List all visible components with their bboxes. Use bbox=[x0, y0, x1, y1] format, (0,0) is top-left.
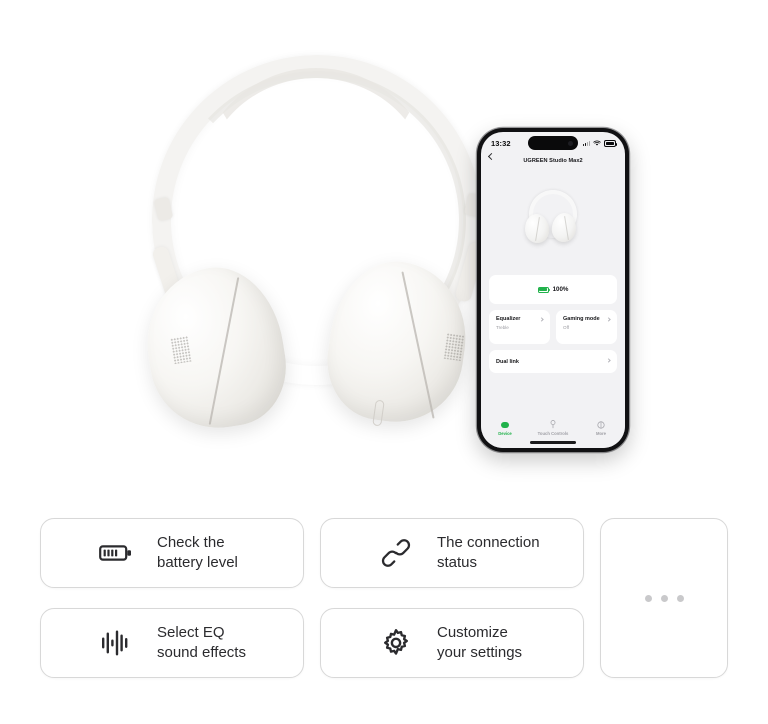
tab-touch-controls[interactable]: Touch Controls bbox=[529, 420, 577, 436]
phone-mockup: 13:32 UGREEN Studio Max2 100% Equalizer … bbox=[477, 128, 629, 452]
tab-more-label: More bbox=[595, 431, 606, 436]
link-icon bbox=[379, 538, 413, 568]
equalizer-icon bbox=[99, 629, 133, 657]
battery-icon bbox=[537, 286, 550, 293]
app-nav-bar: UGREEN Studio Max2 bbox=[481, 152, 625, 169]
mic-grille-right bbox=[443, 332, 465, 362]
gaming-mode-title: Gaming mode bbox=[563, 316, 600, 322]
feature-cards-section: Check the battery level The connection s… bbox=[0, 510, 768, 700]
equalizer-card[interactable]: Equalizer Treble bbox=[489, 310, 550, 344]
feature-card-battery-label: Check the battery level bbox=[157, 533, 238, 571]
equalizer-value: Treble bbox=[496, 324, 509, 330]
gaming-mode-value: Off bbox=[563, 324, 570, 330]
tab-touch-controls-label: Touch Controls bbox=[537, 431, 569, 436]
status-bar: 13:32 bbox=[481, 132, 625, 152]
dual-link-card[interactable]: Dual link bbox=[489, 350, 617, 373]
battery-icon bbox=[604, 140, 618, 147]
ellipsis-icon bbox=[676, 594, 684, 602]
tab-more[interactable]: More bbox=[577, 420, 625, 436]
tab-device[interactable]: Device bbox=[481, 420, 529, 436]
home-indicator bbox=[530, 441, 576, 444]
app-product-image bbox=[481, 169, 625, 269]
mini-headphones-render bbox=[523, 190, 581, 248]
feature-card-connection[interactable]: The connection status bbox=[320, 518, 584, 588]
feature-card-equalizer[interactable]: Select EQ sound effects bbox=[40, 608, 304, 678]
chevron-right-icon bbox=[606, 358, 611, 363]
feature-card-settings[interactable]: Customize your settings bbox=[320, 608, 584, 678]
battery-status-card[interactable]: 100% bbox=[489, 275, 617, 304]
settings-row: Equalizer Treble Gaming mode Off bbox=[489, 310, 617, 344]
feature-card-equalizer-label: Select EQ sound effects bbox=[157, 623, 246, 661]
wifi-icon bbox=[593, 140, 601, 146]
back-chevron-icon[interactable] bbox=[487, 152, 496, 161]
mic-grille-left bbox=[170, 335, 192, 365]
status-bar-icons bbox=[582, 140, 618, 147]
cellular-signal-icon bbox=[582, 140, 590, 147]
equalizer-title: Equalizer bbox=[496, 316, 521, 322]
dual-link-title: Dual link bbox=[496, 358, 519, 365]
product-page: 13:32 UGREEN Studio Max2 100% Equalizer … bbox=[0, 0, 768, 724]
feature-card-settings-label: Customize your settings bbox=[437, 623, 523, 661]
feature-card-more[interactable] bbox=[600, 518, 728, 678]
ellipsis-icon bbox=[660, 594, 668, 602]
feature-card-connection-label: The connection status bbox=[437, 533, 540, 571]
ellipsis-icon bbox=[644, 594, 652, 602]
hero-product-image: 13:32 UGREEN Studio Max2 100% Equalizer … bbox=[0, 0, 768, 480]
battery-icon bbox=[99, 542, 133, 564]
phone-screen: 13:32 UGREEN Studio Max2 100% Equalizer … bbox=[481, 132, 625, 448]
touch-controls-icon bbox=[549, 420, 557, 429]
tab-device-label: Device bbox=[498, 431, 512, 436]
gaming-mode-card[interactable]: Gaming mode Off bbox=[556, 310, 617, 344]
gear-icon bbox=[379, 628, 413, 658]
more-circle-icon bbox=[597, 420, 605, 429]
battery-percent-label: 100% bbox=[552, 286, 569, 293]
device-icon bbox=[501, 420, 509, 429]
feature-card-battery[interactable]: Check the battery level bbox=[40, 518, 304, 588]
status-bar-time: 13:32 bbox=[491, 139, 511, 148]
app-title: UGREEN Studio Max2 bbox=[523, 157, 583, 164]
app-content: 100% Equalizer Treble Gaming mode Off Du… bbox=[481, 269, 625, 373]
